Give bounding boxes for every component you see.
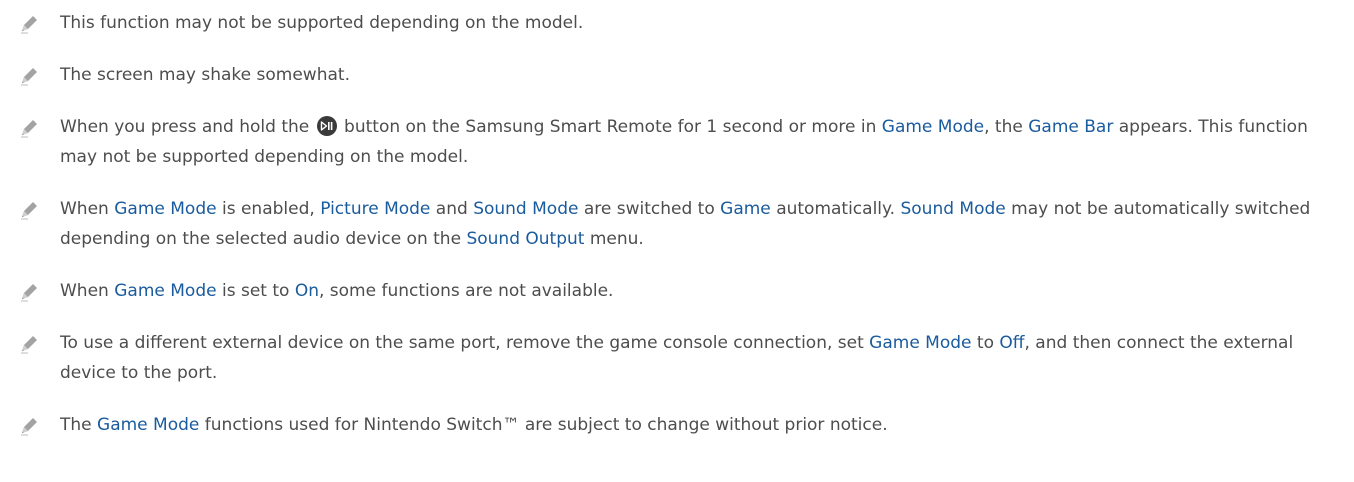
term-sound-mode: Sound Mode	[473, 199, 579, 219]
note-text: The	[60, 415, 92, 435]
term-game-mode: Game Mode	[881, 117, 985, 137]
note-text: When	[60, 281, 109, 301]
note-text: When	[60, 199, 109, 219]
note-text: menu.	[589, 229, 644, 249]
note-text: , the	[984, 117, 1023, 137]
note-item: When Game Mode is enabled, Picture Mode …	[18, 194, 1348, 254]
term-sound-output: Sound Output	[466, 229, 585, 249]
pencil-icon	[21, 336, 37, 354]
note-text: To use a different external device on th…	[60, 333, 864, 353]
pencil-icon	[21, 68, 37, 86]
play-pause-icon	[316, 116, 337, 136]
note-text: to	[976, 333, 994, 353]
note-text: are switched to	[583, 199, 715, 219]
note-text: When you press and hold the	[60, 117, 310, 137]
note-text: automatically.	[776, 199, 896, 219]
note-item: The Game Mode functions used for Nintend…	[18, 410, 1348, 440]
term-game-mode: Game Mode	[869, 333, 972, 353]
pencil-icon	[21, 16, 37, 34]
term-game-bar: Game Bar	[1028, 117, 1114, 137]
pencil-icon	[21, 120, 37, 138]
term-on: On	[294, 281, 319, 301]
pencil-icon	[21, 418, 37, 436]
note-text: is enabled,	[221, 199, 315, 219]
note-text: The screen may shake somewhat.	[60, 65, 350, 85]
pencil-icon	[21, 284, 37, 302]
term-game: Game	[720, 199, 771, 219]
term-off: Off	[999, 333, 1025, 353]
note-item: The screen may shake somewhat.	[18, 60, 1348, 90]
notes-list: This function may not be supported depen…	[18, 8, 1348, 462]
note-item: This function may not be supported depen…	[18, 8, 1348, 38]
term-sound-mode: Sound Mode	[900, 199, 1006, 219]
note-text: is set to	[221, 281, 290, 301]
note-item: To use a different external device on th…	[18, 328, 1348, 388]
term-game-mode: Game Mode	[114, 199, 217, 219]
note-text: This function may not be supported depen…	[60, 13, 584, 33]
term-picture-mode: Picture Mode	[320, 199, 431, 219]
pencil-icon	[21, 202, 37, 220]
note-item: When you press and hold the button on th…	[18, 112, 1348, 172]
note-item: When Game Mode is set to On, some functi…	[18, 276, 1348, 306]
note-text: button on the Samsung Smart Remote for 1…	[344, 117, 877, 137]
term-game-mode: Game Mode	[97, 415, 200, 435]
note-text: functions used for Nintendo Switch™ are …	[204, 415, 888, 435]
term-game-mode: Game Mode	[114, 281, 217, 301]
note-text: and	[435, 199, 468, 219]
note-text: , some functions are not available.	[318, 281, 614, 301]
